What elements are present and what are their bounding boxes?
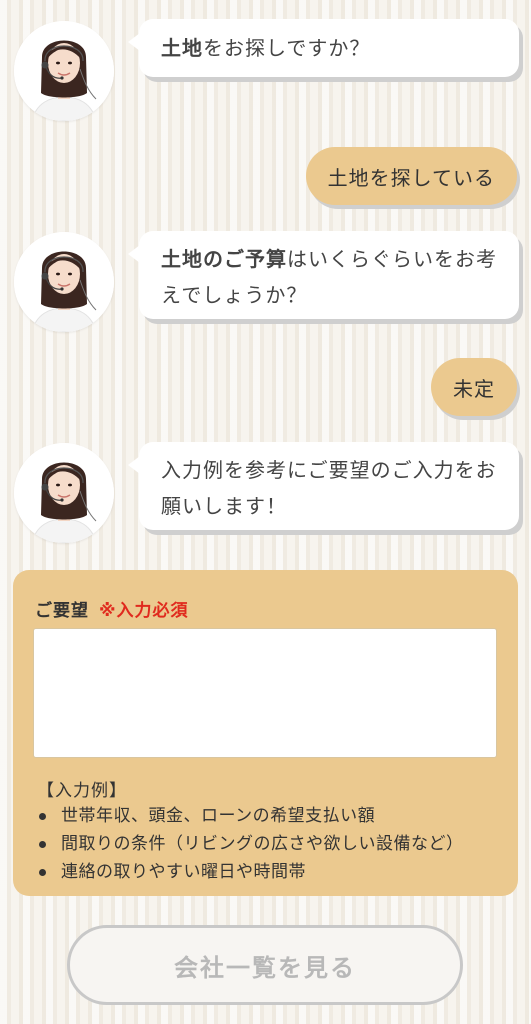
operator-avatar-icon xyxy=(14,21,114,121)
bot-message-land-search: 土地をお探しですか？ xyxy=(128,19,519,77)
user-message-budget: 未定 xyxy=(431,358,517,416)
example-list: 世帯年収、頭金、ローンの希望支払い額 間取りの条件（リビングの広さや欲しい設備な… xyxy=(37,802,464,886)
user-message-text: 未定 xyxy=(453,376,495,401)
example-item: 世帯年収、頭金、ローンの希望支払い額 xyxy=(37,802,464,830)
request-label-text: ご要望 xyxy=(35,601,89,621)
bot-message-emphasis: 土地のご予算 xyxy=(161,247,287,271)
user-message-text: 土地を探している xyxy=(327,165,495,190)
operator-avatar-icon xyxy=(14,443,114,543)
bot-message-input-request: 入力例を参考にご要望のご入力をお願いします！ xyxy=(128,442,519,530)
bot-message-text: をお探しですか？ xyxy=(203,36,371,60)
example-title: 【入力例】 xyxy=(37,781,127,801)
bot-message-emphasis: 土地 xyxy=(161,36,203,60)
request-form-panel: ご要望 ※入力必須 【入力例】 世帯年収、頭金、ローンの希望支払い額 間取りの条件… xyxy=(13,570,518,896)
user-message-land-search: 土地を探している xyxy=(305,147,517,205)
example-item: 連絡の取りやすい曜日や時間帯 xyxy=(37,858,464,886)
required-badge: ※入力必須 xyxy=(99,601,189,621)
operator-avatar-icon xyxy=(14,232,114,332)
bot-message-text: 入力例を参考にご要望のご入力をお願いします！ xyxy=(161,458,497,518)
bot-message-budget: 土地のご予算はいくらぐらいをお考えでしょうか？ xyxy=(128,231,519,319)
request-textarea[interactable] xyxy=(33,628,497,758)
example-item: 間取りの条件（リビングの広さや欲しい設備など） xyxy=(37,830,464,858)
view-company-list-button[interactable]: 会社一覧を見る xyxy=(67,925,463,1005)
request-label: ご要望 ※入力必須 xyxy=(35,596,189,621)
